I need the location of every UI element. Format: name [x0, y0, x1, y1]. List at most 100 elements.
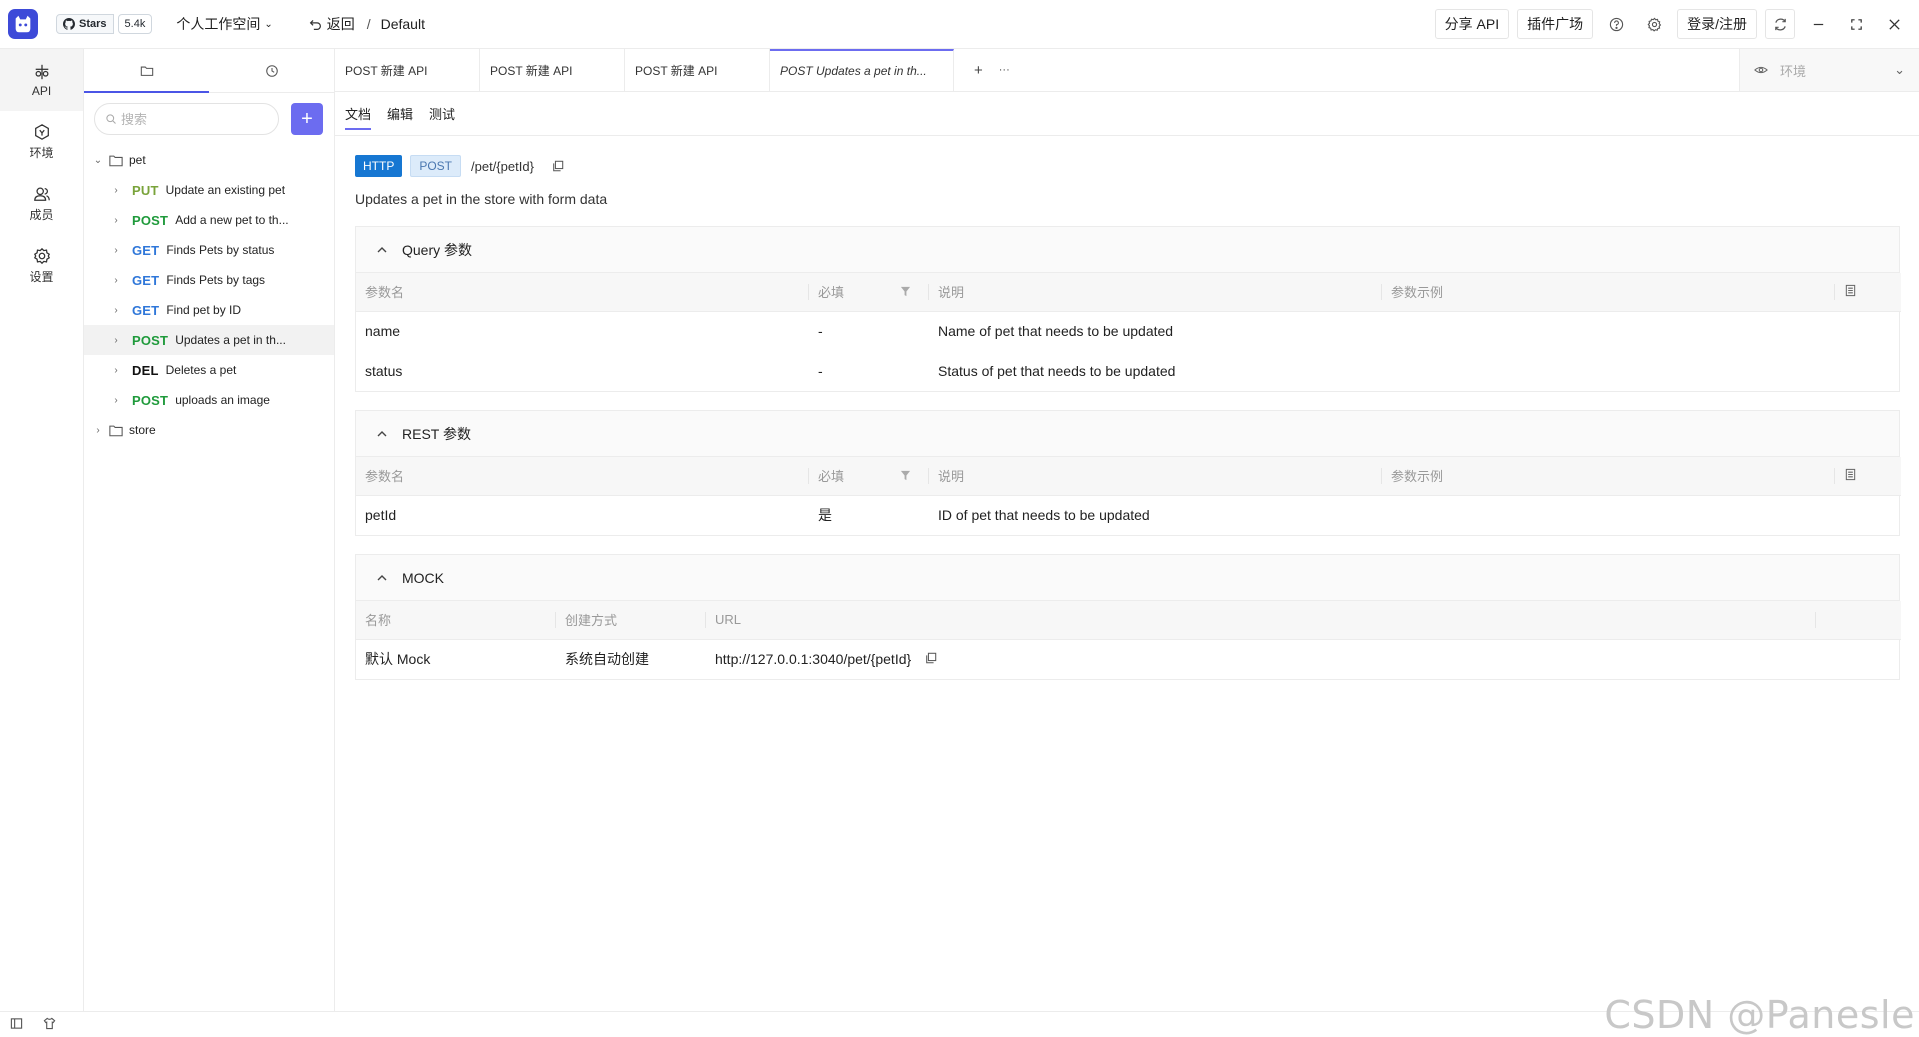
- eye-icon[interactable]: [1754, 63, 1768, 77]
- filter-icon[interactable]: [900, 285, 911, 300]
- column-settings[interactable]: [1835, 273, 1901, 312]
- search-icon: [106, 114, 116, 124]
- search-box[interactable]: [94, 103, 279, 135]
- plugin-market-button[interactable]: 插件广场: [1517, 9, 1594, 39]
- settings-gear-icon[interactable]: [1639, 9, 1669, 39]
- chevron-right-icon[interactable]: ›: [110, 335, 122, 346]
- header-label: 说明: [938, 285, 965, 301]
- chevron-down-icon: ⌄: [1894, 62, 1905, 77]
- tree-item-api-selected[interactable]: › POST Updates a pet in th...: [84, 325, 334, 355]
- nav-item-members[interactable]: 成员: [0, 173, 83, 235]
- chevron-up-icon[interactable]: [376, 428, 388, 440]
- tree-item-api[interactable]: › POST uploads an image: [84, 385, 334, 415]
- chevron-right-icon[interactable]: ›: [110, 275, 122, 286]
- refresh-icon[interactable]: [1765, 9, 1795, 39]
- sub-tabs: 文档 编辑 测试: [335, 92, 1919, 136]
- header-label: 参数名: [365, 469, 405, 485]
- section-header[interactable]: REST 参数: [356, 411, 1899, 457]
- tree-item-api[interactable]: › GET Finds Pets by status: [84, 235, 334, 265]
- back-button[interactable]: 返回: [309, 14, 355, 34]
- section-header[interactable]: MOCK: [356, 555, 1899, 601]
- tab-edit[interactable]: 编辑: [387, 92, 413, 136]
- query-params-section: Query 参数 参数名 必填 说明 参数示例 name - Name of p…: [355, 226, 1901, 392]
- add-tab-button[interactable]: +: [974, 62, 983, 79]
- tab-folders[interactable]: [84, 49, 209, 93]
- folder-row-pet[interactable]: ⌄ pet: [84, 145, 334, 175]
- tab-history[interactable]: [209, 49, 334, 92]
- help-icon[interactable]: [1601, 9, 1631, 39]
- column-header: 参数示例: [1382, 273, 1835, 312]
- tab-updates-pet[interactable]: POST Updates a pet in th...: [770, 49, 954, 91]
- section-header[interactable]: Query 参数: [356, 227, 1899, 273]
- tab-test[interactable]: 测试: [429, 92, 455, 136]
- add-api-button[interactable]: +: [291, 103, 323, 135]
- column-settings[interactable]: [1835, 457, 1901, 496]
- chevron-right-icon[interactable]: ›: [110, 305, 122, 316]
- nav-item-environment[interactable]: 环境: [0, 111, 83, 173]
- chevron-right-icon[interactable]: ›: [110, 395, 122, 406]
- method-label: DEL: [132, 362, 159, 378]
- param-example: [1382, 351, 1835, 391]
- tree-item-api[interactable]: › POST Add a new pet to th...: [84, 205, 334, 235]
- nav-item-api[interactable]: API: [0, 49, 83, 111]
- chevron-down-icon: ⌄: [264, 18, 273, 30]
- app-logo-icon[interactable]: [8, 9, 38, 39]
- share-api-button[interactable]: 分享 API: [1434, 9, 1510, 39]
- login-register-button[interactable]: 登录/注册: [1677, 9, 1757, 39]
- tab-doc[interactable]: 文档: [345, 92, 372, 136]
- chevron-right-icon[interactable]: ›: [110, 365, 122, 376]
- column-settings-icon[interactable]: [1844, 468, 1857, 484]
- doc-content: HTTP POST /pet/{petId} Updates a pet in …: [335, 155, 1919, 680]
- github-stars-badge[interactable]: Stars 5.4k: [56, 14, 153, 34]
- shirt-theme-icon[interactable]: [43, 1017, 56, 1033]
- search-input[interactable]: [121, 111, 261, 127]
- more-tabs-button[interactable]: ···: [999, 64, 1010, 76]
- filter-icon[interactable]: [900, 469, 911, 484]
- tab-new-api[interactable]: POST 新建 API: [335, 49, 480, 91]
- column-header: 参数名: [356, 457, 809, 496]
- mock-created-by: 系统自动创建: [565, 651, 649, 668]
- header-label: 必填: [818, 285, 845, 301]
- tab-new-api[interactable]: POST 新建 API: [625, 49, 770, 91]
- chevron-right-icon[interactable]: ›: [110, 245, 122, 256]
- sidebar-toggle-icon[interactable]: [10, 1017, 23, 1033]
- column-header: 必填: [809, 273, 929, 312]
- close-icon[interactable]: [1879, 9, 1909, 39]
- tree-item-api[interactable]: › GET Finds Pets by tags: [84, 265, 334, 295]
- tree-item-api[interactable]: › PUT Update an existing pet: [84, 175, 334, 205]
- mock-section: MOCK 名称 创建方式 URL 默认 Mock 系统自动创建 http://1…: [355, 554, 1901, 680]
- chevron-up-icon[interactable]: [376, 572, 388, 584]
- copy-icon[interactable]: [552, 160, 564, 172]
- environment-selector[interactable]: 环境 ⌄: [1739, 49, 1919, 91]
- api-name: Add a new pet to th...: [175, 213, 289, 227]
- github-icon: [63, 18, 75, 30]
- nav-item-settings[interactable]: 设置: [0, 235, 83, 297]
- column-header: 说明: [929, 457, 1382, 496]
- chevron-right-icon[interactable]: ›: [110, 185, 122, 196]
- url-line: HTTP POST /pet/{petId}: [355, 155, 1899, 177]
- copy-icon[interactable]: [925, 652, 937, 664]
- tree-item-api[interactable]: › GET Find pet by ID: [84, 295, 334, 325]
- tree-item-api[interactable]: › DEL Deletes a pet: [84, 355, 334, 385]
- query-params-table: 参数名 必填 说明 参数示例 name - Name of pet that n…: [356, 273, 1901, 391]
- folder-icon: [109, 154, 123, 167]
- column-header: 必填: [809, 457, 929, 496]
- chevron-right-icon[interactable]: ›: [110, 215, 122, 226]
- github-stars-count[interactable]: 5.4k: [117, 14, 153, 34]
- param-desc: ID of pet that needs to be updated: [938, 507, 1150, 524]
- workspace-selector[interactable]: 个人工作空间 ⌄: [176, 14, 272, 34]
- row-spacer: [1816, 639, 1901, 679]
- chevron-down-icon[interactable]: ⌄: [92, 155, 104, 166]
- mock-url[interactable]: http://127.0.0.1:3040/pet/{petId}: [715, 651, 911, 667]
- api-name: Updates a pet in th...: [175, 333, 286, 347]
- github-stars-button[interactable]: Stars: [56, 14, 114, 34]
- tab-new-api[interactable]: POST 新建 API: [480, 49, 625, 91]
- column-settings-icon[interactable]: [1844, 284, 1857, 300]
- maximize-icon[interactable]: [1841, 9, 1871, 39]
- folder-row-store[interactable]: › store: [84, 415, 334, 445]
- column-header: 参数示例: [1382, 457, 1835, 496]
- table-row: petId 是 ID of pet that needs to be updat…: [356, 495, 1901, 535]
- minimize-icon[interactable]: [1803, 9, 1833, 39]
- chevron-right-icon[interactable]: ›: [92, 425, 104, 436]
- chevron-up-icon[interactable]: [376, 244, 388, 256]
